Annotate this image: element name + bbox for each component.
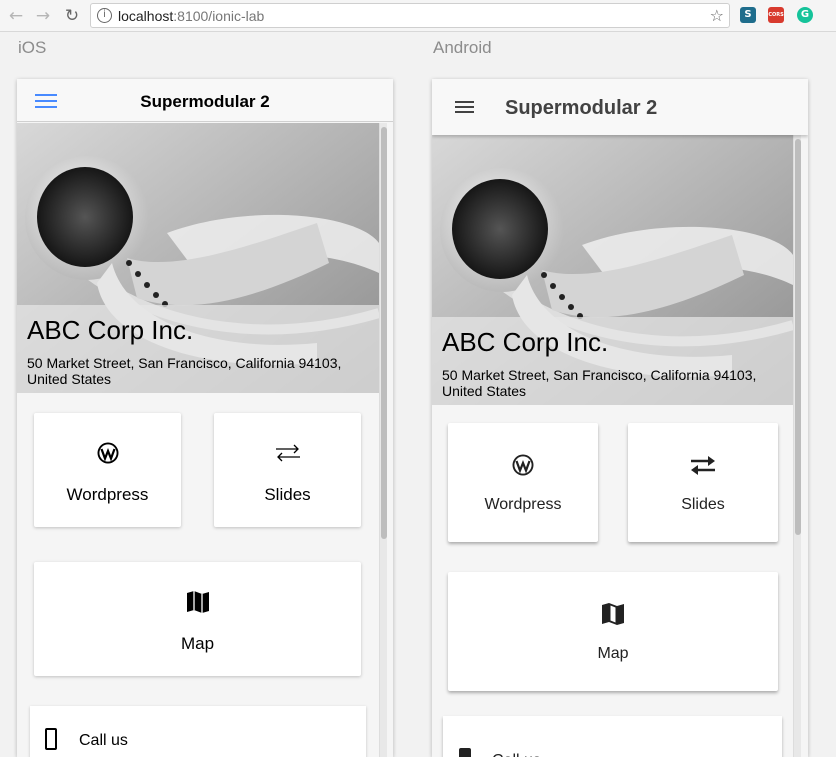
company-name: ABC Corp Inc. bbox=[27, 315, 194, 345]
extension-grammarly-icon[interactable]: G bbox=[797, 7, 813, 23]
map-icon bbox=[448, 602, 778, 626]
company-name: ABC Corp Inc. bbox=[442, 327, 609, 357]
hero-image: ABC Corp Inc. 50 Market Street, San Fran… bbox=[432, 135, 793, 405]
ios-content[interactable]: ABC Corp Inc. 50 Market Street, San Fran… bbox=[17, 123, 379, 757]
url-text[interactable]: localhost:8100/ionic-lab bbox=[118, 8, 264, 24]
back-arrow-icon[interactable]: ← bbox=[6, 6, 26, 26]
call-us-item[interactable]: Call us bbox=[30, 706, 366, 757]
slides-card[interactable]: Slides bbox=[214, 413, 361, 527]
extension-cors-icon[interactable]: CORS bbox=[768, 7, 784, 23]
phone-icon bbox=[45, 728, 57, 750]
android-scrollbar[interactable] bbox=[793, 135, 801, 757]
menu-icon[interactable] bbox=[455, 101, 474, 116]
reload-icon[interactable]: ↻ bbox=[62, 6, 82, 26]
page-title: Supermodular 2 bbox=[140, 92, 270, 111]
wordpress-card[interactable]: Wordpress bbox=[34, 413, 181, 527]
ios-device-preview: Supermodular 2 ABC Corp Inc. 50 Market S… bbox=[17, 79, 393, 757]
map-icon bbox=[34, 590, 361, 614]
scroll-thumb[interactable] bbox=[381, 127, 387, 539]
swap-arrows-icon bbox=[214, 441, 361, 465]
company-address: 50 Market Street, San Francisco, Califor… bbox=[27, 355, 342, 387]
android-platform-label: Android bbox=[433, 38, 492, 57]
address-bar[interactable]: i localhost:8100/ionic-lab ☆ bbox=[90, 3, 730, 28]
page-title: Supermodular 2 bbox=[505, 97, 658, 119]
wordpress-icon bbox=[34, 441, 181, 465]
call-us-label: Call us bbox=[79, 732, 128, 749]
android-content[interactable]: ABC Corp Inc. 50 Market Street, San Fran… bbox=[432, 135, 793, 757]
map-card[interactable]: Map bbox=[448, 572, 778, 691]
wordpress-icon bbox=[448, 453, 598, 477]
wordpress-label: Wordpress bbox=[66, 485, 149, 504]
slides-card[interactable]: Slides bbox=[628, 423, 778, 542]
slides-label: Slides bbox=[264, 485, 311, 504]
wordpress-label: Wordpress bbox=[484, 496, 562, 513]
map-label: Map bbox=[180, 634, 215, 653]
call-us-item[interactable]: Call us bbox=[443, 716, 782, 757]
swap-arrows-icon bbox=[628, 453, 778, 477]
url-path: :8100/ionic-lab bbox=[173, 8, 265, 24]
call-us-label: Call us bbox=[492, 752, 541, 757]
map-card[interactable]: Map bbox=[34, 562, 361, 676]
bookmark-star-icon[interactable]: ☆ bbox=[710, 6, 724, 25]
browser-toolbar: ← → ↻ i localhost:8100/ionic-lab ☆ S COR… bbox=[0, 0, 836, 32]
ios-scrollbar[interactable] bbox=[379, 123, 387, 757]
hero-caption: ABC Corp Inc. 50 Market Street, San Fran… bbox=[17, 305, 379, 393]
extension-s-icon[interactable]: S bbox=[740, 7, 756, 23]
scroll-thumb[interactable] bbox=[795, 139, 801, 535]
forward-arrow-icon[interactable]: → bbox=[33, 6, 53, 26]
hero-image: ABC Corp Inc. 50 Market Street, San Fran… bbox=[17, 123, 379, 393]
wordpress-card[interactable]: Wordpress bbox=[448, 423, 598, 542]
hero-caption: ABC Corp Inc. 50 Market Street, San Fran… bbox=[432, 317, 793, 405]
phone-icon bbox=[459, 748, 471, 757]
slides-label: Slides bbox=[681, 496, 725, 513]
map-label: Map bbox=[597, 645, 629, 662]
ios-toolbar: Supermodular 2 bbox=[17, 79, 393, 122]
android-toolbar: Supermodular 2 bbox=[432, 79, 808, 135]
company-address: 50 Market Street, San Francisco, Califor… bbox=[442, 367, 757, 399]
ios-platform-label: iOS bbox=[18, 38, 47, 57]
url-host: localhost bbox=[118, 8, 174, 24]
android-device-preview: Supermodular 2 ABC Corp Inc. 50 Market S… bbox=[432, 79, 808, 757]
info-icon[interactable]: i bbox=[97, 8, 112, 23]
